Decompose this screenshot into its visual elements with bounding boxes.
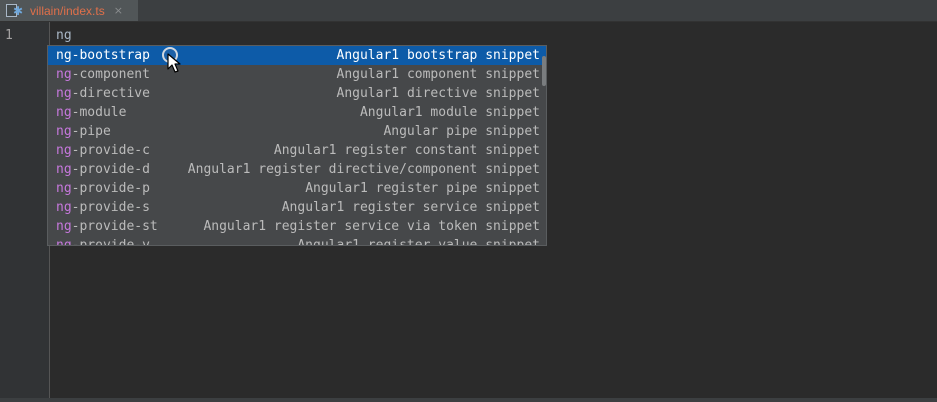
completion-item-suffix: -provide-st <box>71 219 158 234</box>
ide-window: ✱ villain/index.ts × 1 ng ng-bootstrap An… <box>0 0 937 402</box>
completion-item-suffix: -provide-c <box>71 143 150 158</box>
completion-item[interactable]: ng-provide-s Angular1 register service sn… <box>48 198 546 217</box>
completion-item-description: Angular1 register constant snippet <box>273 143 540 158</box>
matched-prefix: ng <box>56 200 72 215</box>
matched-prefix: ng <box>56 86 72 101</box>
editor-tab[interactable]: ✱ villain/index.ts × <box>0 0 138 21</box>
completion-item-name: ng-provide-p <box>56 181 150 196</box>
status-edge <box>0 398 937 402</box>
completion-popup: ng-bootstrap Angular1 bootstrap snippet ng… <box>47 45 547 246</box>
completion-item-description: Angular pipe snippet <box>383 124 540 139</box>
completion-item[interactable]: ng-directive Angular1 directive snippet <box>48 84 546 103</box>
matched-prefix: ng <box>56 181 72 196</box>
matched-prefix: ng <box>56 219 72 234</box>
completion-item[interactable]: ng-provide-c Angular1 register constant s… <box>48 141 546 160</box>
matched-prefix: ng <box>56 48 72 63</box>
tab-label: villain/index.ts <box>30 3 105 18</box>
completion-item-suffix: -component <box>71 67 150 82</box>
line-number-gutter: 1 <box>0 22 50 402</box>
editor-line[interactable]: ng <box>56 28 72 43</box>
completion-item-name: ng-component <box>56 67 150 82</box>
completion-item[interactable]: ng-provide-d Angular1 register directive/… <box>48 160 546 179</box>
completion-item-name: ng-provide-d <box>56 162 150 177</box>
completion-item-name: ng-provide-st <box>56 219 158 234</box>
completion-item-name: ng-bootstrap <box>56 48 150 63</box>
close-icon[interactable]: × <box>114 4 123 17</box>
completion-item-suffix: -provide-v <box>71 238 150 246</box>
completion-item-suffix: -directive <box>71 86 150 101</box>
mouse-pointer-icon <box>167 53 181 73</box>
completion-item-description: Angular1 register directive/component sn… <box>187 162 540 177</box>
completion-item-description: Angular1 module snippet <box>359 105 540 120</box>
editor-tab-bar: ✱ villain/index.ts × <box>0 0 937 22</box>
completion-item-suffix: -provide-p <box>71 181 150 196</box>
completion-item-suffix: -module <box>71 105 127 120</box>
completion-scrollbar[interactable] <box>542 46 546 245</box>
completion-item-description: Angular1 bootstrap snippet <box>336 48 541 63</box>
completion-item[interactable]: ng-component Angular1 component snippet <box>48 65 546 84</box>
matched-prefix: ng <box>56 162 72 177</box>
typescript-file-icon: ✱ <box>6 3 24 18</box>
line-number: 1 <box>5 28 13 43</box>
matched-prefix: ng <box>56 67 72 82</box>
completion-item-name: ng-pipe <box>56 124 111 139</box>
completion-item-suffix: -provide-s <box>71 200 150 215</box>
completion-item[interactable]: ng-pipe Angular pipe snippet <box>48 122 546 141</box>
completion-item-name: ng-module <box>56 105 126 120</box>
completion-item-description: Angular1 register value snippet <box>297 238 540 246</box>
completion-item-description: Angular1 component snippet <box>336 67 541 82</box>
completion-item[interactable]: ng-provide-st Angular1 register service v… <box>48 217 546 236</box>
completion-item-name: ng-provide-v <box>56 238 150 246</box>
completion-item-description: Angular1 register service snippet <box>281 200 540 215</box>
completion-item-name: ng-provide-c <box>56 143 150 158</box>
completion-item-description: Angular1 register pipe snippet <box>305 181 540 196</box>
matched-prefix: ng <box>56 124 72 139</box>
completion-item-suffix: -provide-d <box>71 162 150 177</box>
matched-prefix: ng <box>56 143 72 158</box>
completion-item-description: Angular1 directive snippet <box>336 86 541 101</box>
completion-item-name: ng-directive <box>56 86 150 101</box>
scrollbar-thumb[interactable] <box>542 56 546 86</box>
completion-item[interactable]: ng-provide-v Angular1 register value snip… <box>48 236 546 246</box>
completion-item-suffix: -bootstrap <box>71 48 150 63</box>
completion-item[interactable]: ng-bootstrap Angular1 bootstrap snippet <box>48 46 546 65</box>
completion-item-description: Angular1 register service via token snip… <box>203 219 540 234</box>
matched-prefix: ng <box>56 238 72 246</box>
completion-item[interactable]: ng-provide-p Angular1 register pipe snipp… <box>48 179 546 198</box>
completion-item[interactable]: ng-module Angular1 module snippet <box>48 103 546 122</box>
matched-prefix: ng <box>56 105 72 120</box>
completion-item-name: ng-provide-s <box>56 200 150 215</box>
completion-item-suffix: -pipe <box>71 124 111 139</box>
